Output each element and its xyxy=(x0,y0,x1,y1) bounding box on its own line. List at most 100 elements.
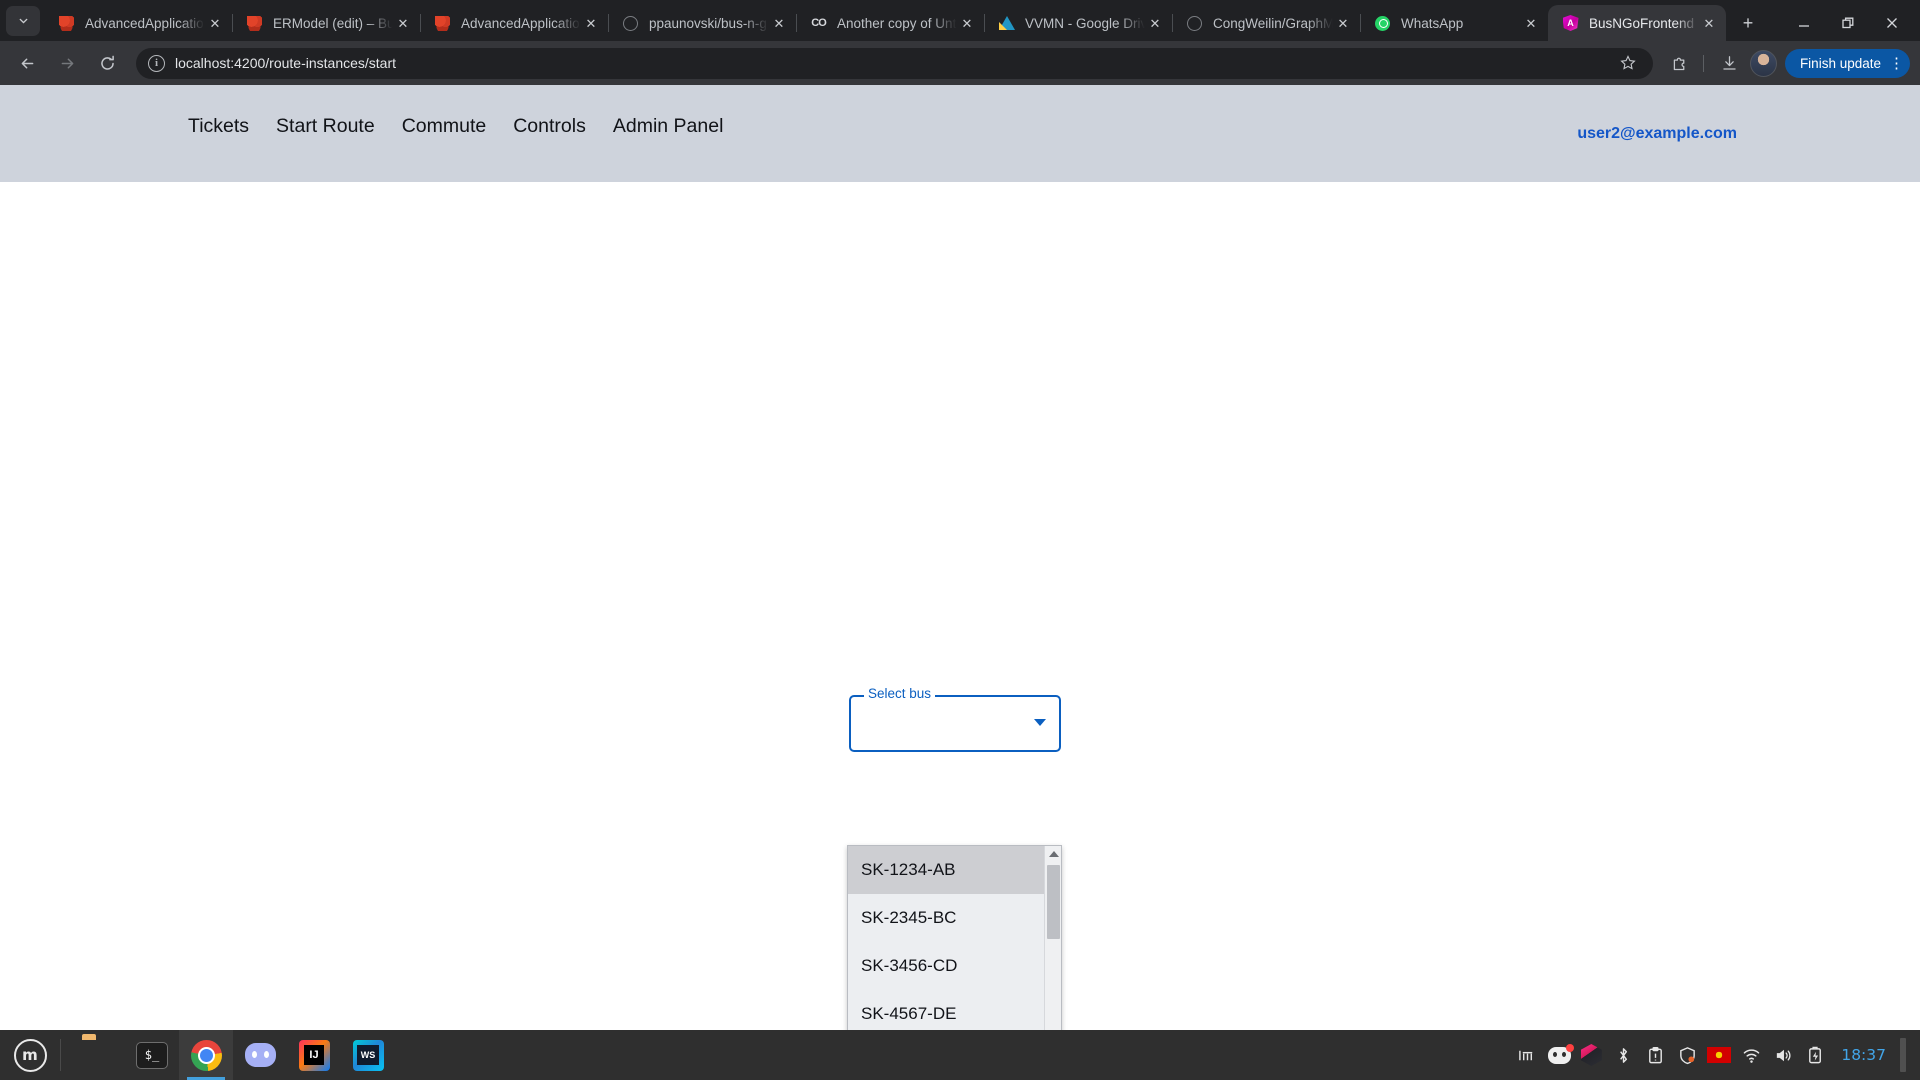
extensions-puzzle-icon xyxy=(1671,55,1688,72)
close-window-button[interactable] xyxy=(1870,7,1914,39)
tab-separator xyxy=(232,14,233,32)
jetbrains-icon xyxy=(58,15,75,32)
bluetooth-icon xyxy=(1614,1046,1633,1065)
finish-update-label: Finish update xyxy=(1800,56,1881,71)
tab-separator xyxy=(984,14,985,32)
taskbar-item-webstorm[interactable]: WS xyxy=(341,1030,395,1080)
system-tray: 18:37 xyxy=(1513,1038,1920,1072)
tab-close-button[interactable]: ✕ xyxy=(1146,14,1164,32)
cube-tray-button[interactable] xyxy=(1577,1039,1605,1071)
speaker-icon xyxy=(1774,1046,1793,1065)
reload-button[interactable] xyxy=(90,46,124,80)
taskbar-divider xyxy=(60,1039,61,1071)
site-info-icon[interactable]: i xyxy=(148,55,165,72)
tab-github-graphm[interactable]: CongWeilin/GraphM ✕ xyxy=(1172,5,1360,41)
network-button[interactable] xyxy=(1737,1039,1765,1071)
bookmark-button[interactable] xyxy=(1615,50,1641,76)
maximize-button[interactable] xyxy=(1826,7,1870,39)
downloads-button[interactable] xyxy=(1714,47,1746,79)
tab-advancedapplication-2[interactable]: AdvancedApplicatio ✕ xyxy=(420,5,608,41)
new-tab-button[interactable]: + xyxy=(1734,9,1762,37)
browser-window: AdvancedApplicatio ✕ ERModel (edit) – Bu… xyxy=(0,0,1920,1030)
tab-title: ppaunovski/bus-n-g xyxy=(649,16,770,31)
tab-google-drive[interactable]: VVMN - Google Driv ✕ xyxy=(984,5,1172,41)
panel-drag-handle[interactable] xyxy=(1900,1038,1906,1072)
minimize-button[interactable] xyxy=(1782,7,1826,39)
taskbar-item-chrome[interactable] xyxy=(179,1030,233,1080)
tab-github-bus-n-go[interactable]: ppaunovski/bus-n-g ✕ xyxy=(608,5,796,41)
option-sk-3456-cd[interactable]: SK-3456-CD xyxy=(848,942,1045,990)
scroll-up-icon[interactable] xyxy=(1045,846,1062,862)
nav-link-admin-panel[interactable]: Admin Panel xyxy=(613,115,724,138)
tab-close-button[interactable]: ✕ xyxy=(1700,14,1718,32)
scrollbar-thumb[interactable] xyxy=(1047,865,1060,939)
option-panel-scrollbar[interactable] xyxy=(1044,846,1061,1030)
back-arrow-icon xyxy=(19,55,36,72)
clock[interactable]: 18:37 xyxy=(1833,1046,1892,1064)
mint-menu-button[interactable]: m xyxy=(6,1034,54,1076)
option-sk-4567-de[interactable]: SK-4567-DE xyxy=(848,990,1045,1030)
option-sk-2345-bc[interactable]: SK-2345-BC xyxy=(848,894,1045,942)
back-button[interactable] xyxy=(10,46,44,80)
tab-whatsapp[interactable]: WhatsApp ✕ xyxy=(1360,5,1548,41)
page-viewport: Tickets Start Route Commute Controls Adm… xyxy=(0,85,1920,1030)
finish-update-button[interactable]: Finish update ⋮ xyxy=(1785,49,1910,78)
tab-strip: AdvancedApplicatio ✕ ERModel (edit) – Bu… xyxy=(0,0,1920,41)
jetbrains-icon xyxy=(246,15,263,32)
reload-icon xyxy=(99,55,116,72)
update-manager-button[interactable] xyxy=(1513,1039,1541,1071)
tab-close-button[interactable]: ✕ xyxy=(206,14,224,32)
minimize-icon xyxy=(1798,17,1810,29)
notification-badge xyxy=(1566,1044,1574,1052)
user-email-link[interactable]: user2@example.com xyxy=(1577,125,1737,143)
folder-icon xyxy=(82,1039,115,1072)
battery-button[interactable] xyxy=(1801,1039,1829,1071)
tab-separator xyxy=(608,14,609,32)
address-bar[interactable]: i localhost:4200/route-instances/start xyxy=(136,48,1653,79)
tab-ermodel[interactable]: ERModel (edit) – Bu ✕ xyxy=(232,5,420,41)
tab-close-button[interactable]: ✕ xyxy=(582,14,600,32)
taskbar-item-files[interactable] xyxy=(71,1030,125,1080)
nav-link-commute[interactable]: Commute xyxy=(402,115,487,138)
taskbar-item-discord[interactable] xyxy=(233,1030,287,1080)
option-sk-1234-ab[interactable]: SK-1234-AB xyxy=(848,846,1045,894)
nav-link-start-route[interactable]: Start Route xyxy=(276,115,375,138)
battery-charging-icon xyxy=(1806,1046,1825,1065)
tab-close-button[interactable]: ✕ xyxy=(1334,14,1352,32)
tab-close-button[interactable]: ✕ xyxy=(770,14,788,32)
volume-button[interactable] xyxy=(1769,1039,1797,1071)
google-docs-icon: CO xyxy=(810,15,827,32)
close-icon xyxy=(1886,17,1898,29)
chrome-menu-button[interactable]: ⋮ xyxy=(1889,56,1904,71)
github-icon xyxy=(1186,15,1203,32)
discord-tray-button[interactable] xyxy=(1545,1039,1573,1071)
tab-close-button[interactable]: ✕ xyxy=(394,14,412,32)
window-controls xyxy=(1782,5,1920,41)
firewall-button[interactable] xyxy=(1673,1039,1701,1071)
keyboard-layout-button[interactable] xyxy=(1705,1039,1733,1071)
shield-icon xyxy=(1678,1046,1697,1065)
tab-google-docs[interactable]: CO Another copy of Unt ✕ xyxy=(796,5,984,41)
tab-title: AdvancedApplicatio xyxy=(461,16,582,31)
forward-button[interactable] xyxy=(50,46,84,80)
tab-title: ERModel (edit) – Bu xyxy=(273,16,394,31)
bluetooth-button[interactable] xyxy=(1609,1039,1637,1071)
tab-advancedapplication-1[interactable]: AdvancedApplicatio ✕ xyxy=(44,5,232,41)
taskbar-item-intellij[interactable]: IJ xyxy=(287,1030,341,1080)
page-body: Select bus SK-1234-AB SK-2345-BC SK-3456… xyxy=(0,182,1920,1030)
clipboard-button[interactable] xyxy=(1641,1039,1669,1071)
tab-busngofrontend[interactable]: BusNGoFrontend ✕ xyxy=(1548,5,1726,41)
tab-close-button[interactable]: ✕ xyxy=(1522,14,1540,32)
select-bus-field[interactable]: Select bus xyxy=(849,695,1061,752)
star-icon xyxy=(1620,55,1636,71)
nav-link-tickets[interactable]: Tickets xyxy=(188,115,249,138)
tab-close-button[interactable]: ✕ xyxy=(958,14,976,32)
angular-icon xyxy=(1562,15,1579,32)
profile-avatar[interactable] xyxy=(1750,50,1777,77)
extensions-button[interactable] xyxy=(1664,47,1696,79)
taskbar-item-terminal[interactable]: $_ xyxy=(125,1030,179,1080)
tab-search-button[interactable] xyxy=(6,6,40,36)
chevron-down-icon[interactable] xyxy=(1034,719,1046,726)
nav-link-controls[interactable]: Controls xyxy=(513,115,586,138)
cube-icon xyxy=(1581,1044,1602,1066)
